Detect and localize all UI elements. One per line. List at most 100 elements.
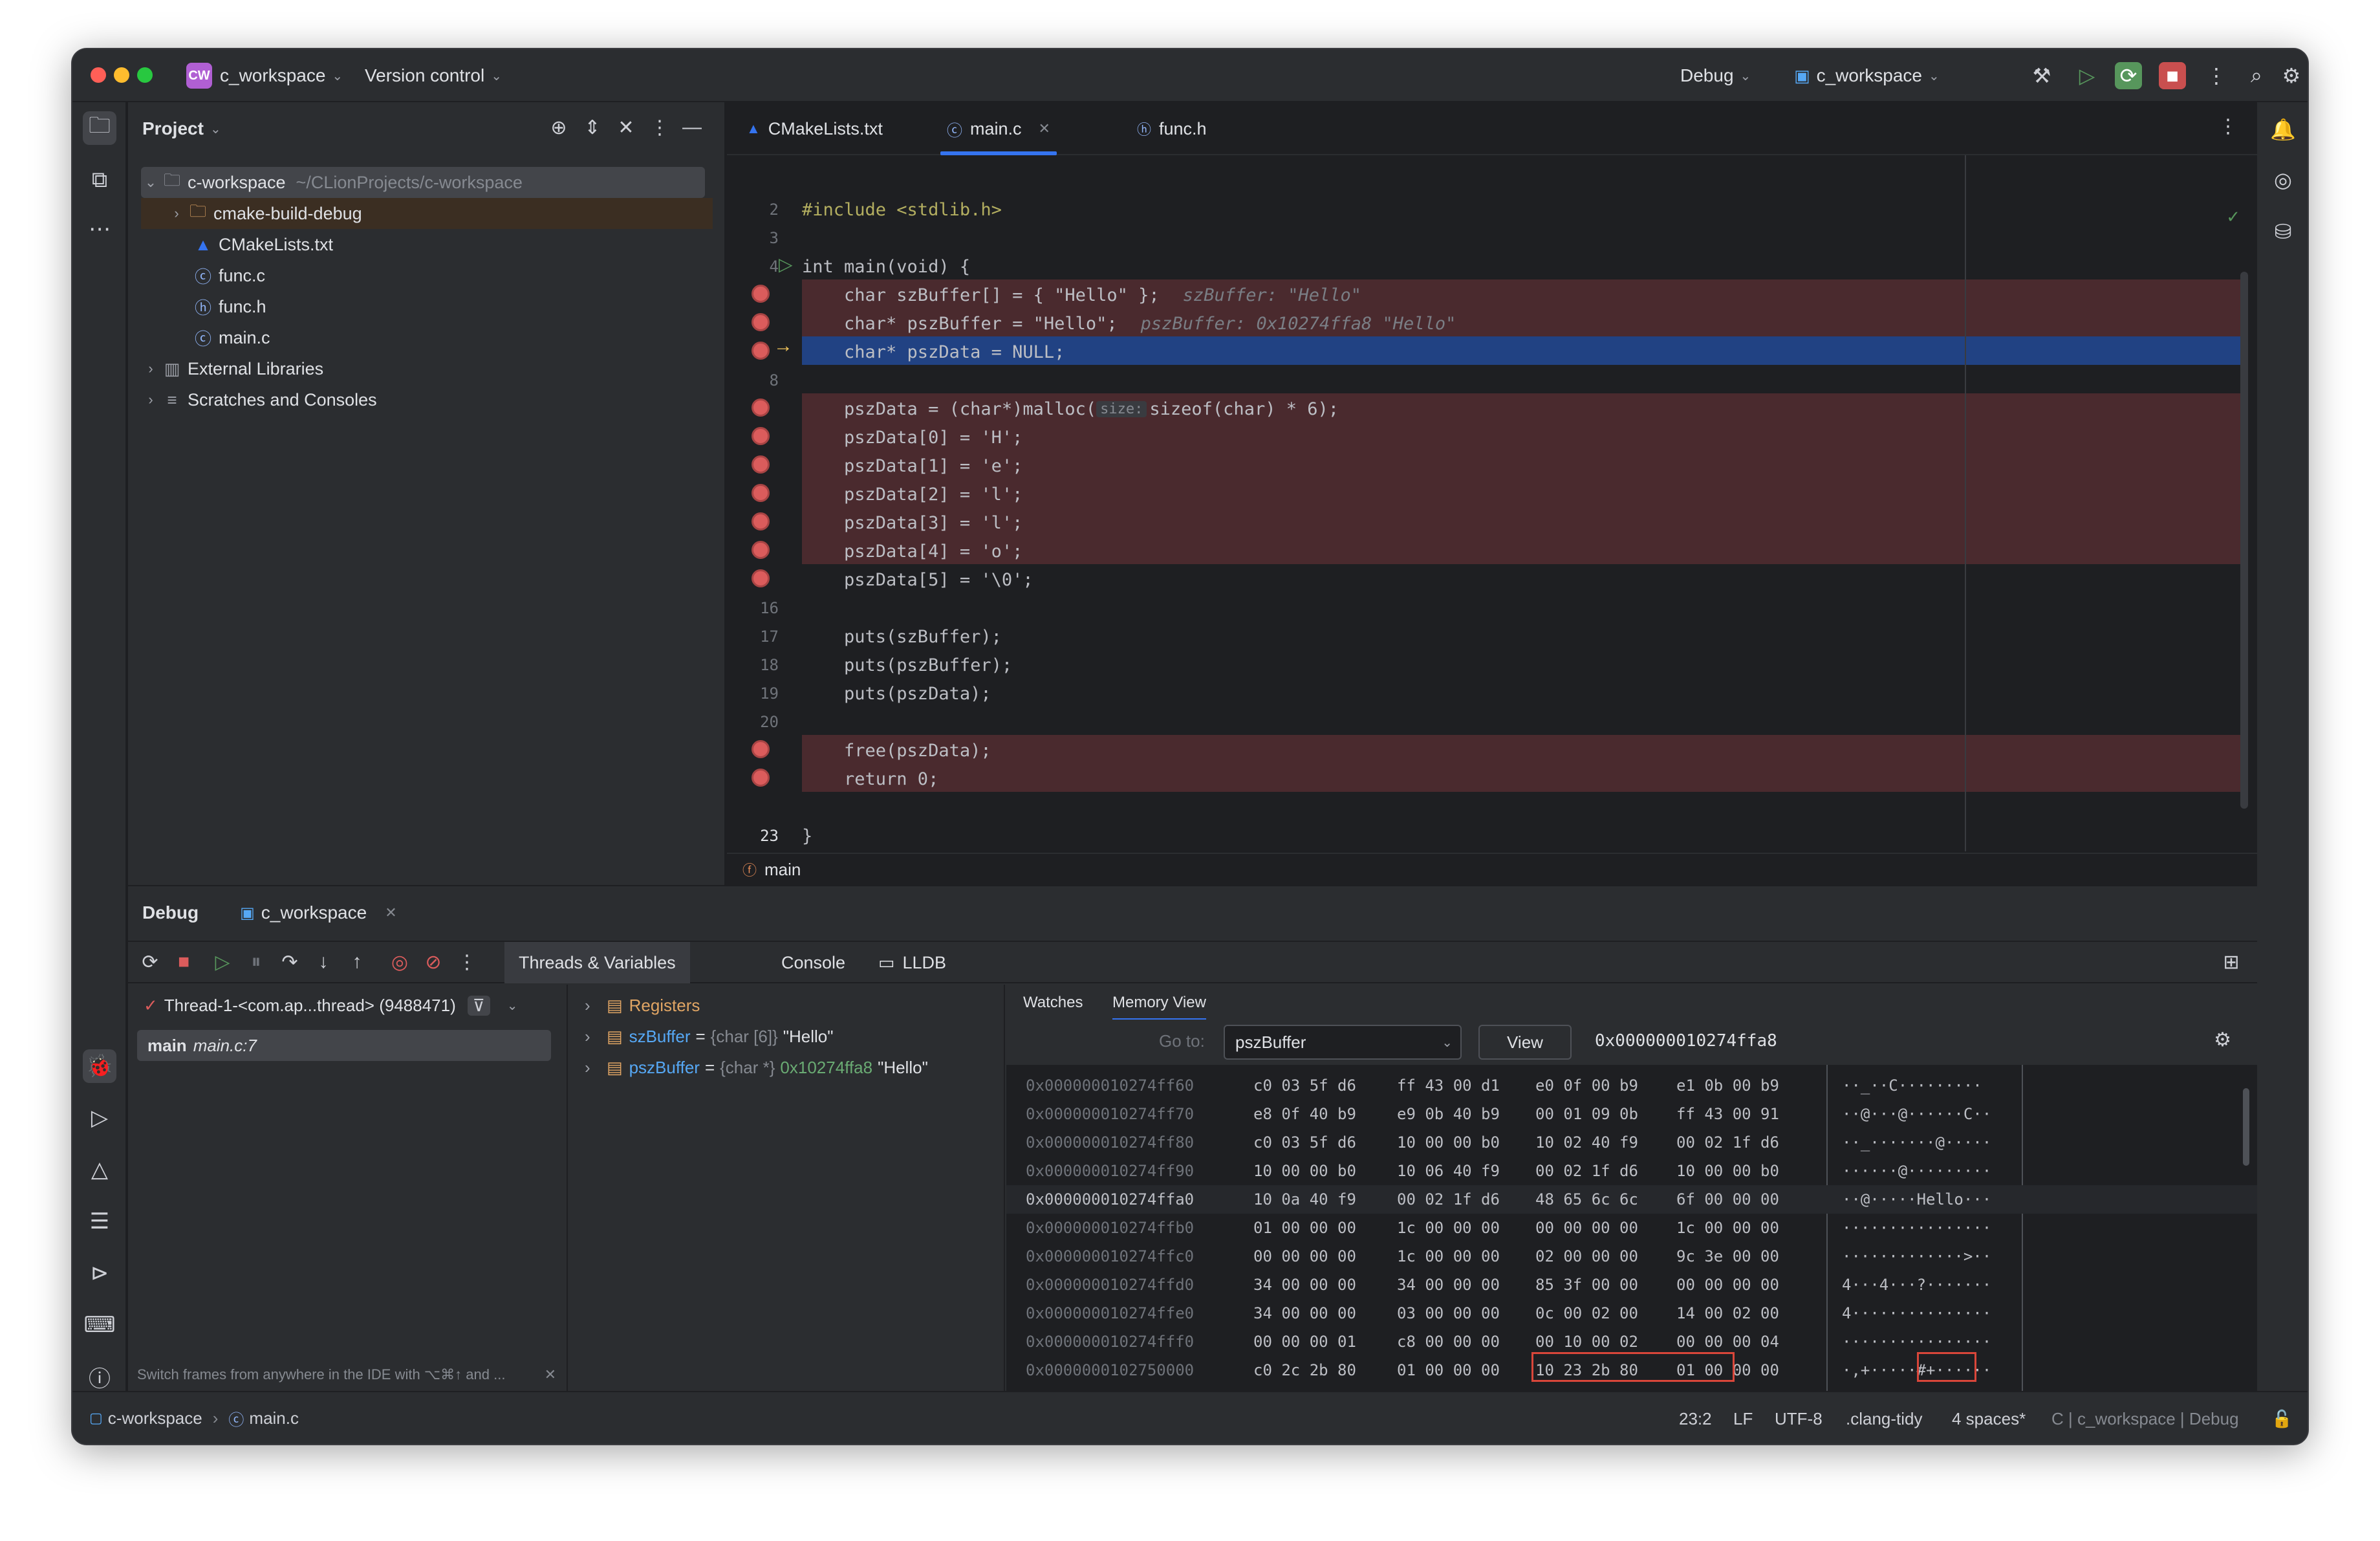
- breakpoint-icon[interactable]: [752, 512, 770, 530]
- breakpoint-icon[interactable]: [752, 769, 770, 787]
- breakpoint-icon[interactable]: [752, 342, 770, 360]
- close-window-button[interactable]: [91, 67, 106, 83]
- structure-icon[interactable]: ⧉: [83, 163, 116, 197]
- memory-hex-group[interactable]: 02 00 00 00: [1535, 1242, 1638, 1271]
- memory-hex-group[interactable]: 34 00 00 00: [1253, 1271, 1356, 1299]
- hide-panel-icon[interactable]: —: [679, 116, 705, 138]
- status-encoding[interactable]: UTF-8: [1775, 1392, 1823, 1444]
- memory-hex-group[interactable]: c0 03 5f d6: [1253, 1128, 1356, 1157]
- code-line[interactable]: #include <stdlib.h>: [802, 195, 1002, 224]
- project-folder-icon[interactable]: 🗀: [83, 111, 116, 145]
- rerun-icon[interactable]: ⟳: [137, 951, 163, 974]
- memory-hex-group[interactable]: 00 00 00 01: [1253, 1328, 1356, 1356]
- tab-threads-variables[interactable]: Threads & Variables: [504, 942, 690, 983]
- tab-func-h[interactable]: ⓗ func.h: [1137, 102, 1207, 155]
- code-line[interactable]: puts(pszBuffer);: [802, 651, 1012, 679]
- rerun-debug-icon[interactable]: ⟳: [2115, 62, 2142, 89]
- tab-watches[interactable]: Watches: [1023, 994, 1083, 1012]
- memory-hex-group[interactable]: 10 0a 40 f9: [1253, 1185, 1356, 1214]
- resume-debug-icon[interactable]: ▷: [2073, 62, 2101, 89]
- run-gutter-icon[interactable]: ▷: [779, 254, 793, 275]
- project-switcher[interactable]: CW c_workspace ⌄: [186, 49, 343, 102]
- layout-settings-icon[interactable]: ⊞: [2218, 951, 2244, 974]
- resume-icon[interactable]: ▷: [210, 951, 235, 974]
- variable-pszbuffer[interactable]: › ▤ pszBuffer = {char *} 0x10274ffa8 "He…: [585, 1052, 928, 1083]
- todo-list-icon[interactable]: ☰: [83, 1205, 116, 1238]
- memory-hex-group[interactable]: 10 23 2b 80: [1535, 1356, 1638, 1384]
- memory-row[interactable]: 0x000000010274ff80 c0 03 5f d6 10 00 00 b0…: [1006, 1128, 2257, 1157]
- run-target-selector[interactable]: ▣ c_workspace ⌄: [1794, 49, 1940, 102]
- code-line[interactable]: pszData[4] = 'o';: [802, 537, 1022, 565]
- pause-icon[interactable]: ⏸: [243, 951, 269, 973]
- breakpoint-icon[interactable]: [752, 427, 770, 445]
- memory-hex-group[interactable]: 34 00 00 00: [1253, 1299, 1356, 1328]
- tab-cmakelists[interactable]: ▲ CMakeLists.txt: [746, 102, 883, 155]
- breakpoint-icon[interactable]: [752, 740, 770, 758]
- mute-breakpoints-icon[interactable]: ⊘: [420, 951, 446, 974]
- status-crumb-file[interactable]: main.c: [249, 1408, 299, 1428]
- memory-hex-group[interactable]: 1c 00 00 00: [1676, 1214, 1779, 1242]
- tree-item-scratches[interactable]: › ≡ Scratches and Consoles: [141, 384, 376, 415]
- more-options-icon[interactable]: ⋮: [2203, 62, 2230, 89]
- thread-selector[interactable]: ✓ Thread-1-<com.ap...thread> (9488471) ⊽…: [144, 989, 518, 1022]
- code-line[interactable]: int main(void) {: [802, 252, 970, 281]
- code-line[interactable]: pszData[2] = 'l';: [802, 480, 1022, 508]
- services-icon[interactable]: ⊳: [83, 1256, 116, 1290]
- step-into-icon[interactable]: ↓: [310, 951, 336, 973]
- close-session-icon[interactable]: ✕: [385, 904, 396, 921]
- lock-icon[interactable]: 🔓: [2271, 1392, 2292, 1444]
- tree-item-func-h[interactable]: ⓗ func.h: [191, 291, 266, 322]
- memory-hex-group[interactable]: 00 10 00 02: [1535, 1328, 1638, 1356]
- memory-row[interactable]: 0x000000010274ffe0 34 00 00 00 03 00 00 00…: [1006, 1299, 2257, 1328]
- locate-target-icon[interactable]: ⊕: [546, 116, 572, 139]
- code-line[interactable]: puts(pszData);: [802, 679, 991, 708]
- code-line[interactable]: free(pszData);: [802, 736, 991, 765]
- code-line[interactable]: pszData = (char*)malloc(size: sizeof(char…: [802, 395, 1339, 423]
- memory-row[interactable]: 0x000000010274ff60 c0 03 5f d6 ff 43 00 d1…: [1006, 1071, 2257, 1100]
- memory-row[interactable]: 0x000000010274ffb0 01 00 00 00 1c 00 00 00…: [1006, 1214, 2257, 1242]
- memory-hex-group[interactable]: e1 0b 00 b9: [1676, 1071, 1779, 1100]
- tree-item-main-c[interactable]: ⓒ main.c: [191, 322, 270, 353]
- memory-hex-group[interactable]: 00 02 1f d6: [1397, 1185, 1500, 1214]
- memory-hex-group[interactable]: 00 00 00 00: [1535, 1214, 1638, 1242]
- debug-bug-icon[interactable]: 🐞: [83, 1049, 116, 1083]
- code-line[interactable]: pszData[5] = '\0';: [802, 565, 1033, 594]
- status-linter[interactable]: .clang-tidy: [1846, 1392, 1923, 1444]
- code-line[interactable]: pszData[0] = 'H';: [802, 423, 1022, 452]
- memory-hex-group[interactable]: 00 00 00 04: [1676, 1328, 1779, 1356]
- vcs-menu[interactable]: Version control ⌄: [365, 49, 502, 102]
- breakpoint-icon[interactable]: [752, 455, 770, 474]
- memory-hex-group[interactable]: 9c 3e 00 00: [1676, 1242, 1779, 1271]
- memory-row[interactable]: 0x000000010274ffd0 34 00 00 00 34 00 00 00…: [1006, 1271, 2257, 1299]
- tree-item-func-c[interactable]: ⓒ func.c: [191, 260, 265, 291]
- code-line[interactable]: return 0;: [802, 765, 938, 793]
- status-crumb-project[interactable]: c-workspace: [108, 1408, 202, 1428]
- close-tab-icon[interactable]: ✕: [1039, 120, 1050, 137]
- more-debug-options-icon[interactable]: ⋮: [454, 951, 480, 974]
- close-hint-icon[interactable]: ✕: [545, 1366, 556, 1383]
- cmake-icon[interactable]: △: [83, 1153, 116, 1186]
- memory-hex-group[interactable]: 48 65 6c 6c: [1535, 1185, 1638, 1214]
- status-line-separator[interactable]: LF: [1733, 1392, 1753, 1444]
- memory-hex-group[interactable]: 00 00 00 00: [1676, 1271, 1779, 1299]
- settings-gear-icon[interactable]: ⚙: [2278, 62, 2305, 89]
- editor-breadcrumb[interactable]: ⓕ main: [727, 853, 2257, 885]
- filter-icon[interactable]: ⊽: [467, 995, 490, 1016]
- memory-hex-group[interactable]: 10 06 40 f9: [1397, 1157, 1500, 1185]
- step-out-icon[interactable]: ↑: [344, 951, 370, 973]
- chevron-down-icon[interactable]: ⌄: [1442, 1034, 1453, 1051]
- tree-item-root[interactable]: ⌄ 🗀 c-workspace ~/CLionProjects/c-worksp…: [141, 167, 705, 198]
- memory-hex-group[interactable]: 6f 00 00 00: [1676, 1185, 1779, 1214]
- frame-item-main[interactable]: main main.c:7: [137, 1030, 551, 1061]
- code-line[interactable]: pszData[1] = 'e';: [802, 452, 1022, 480]
- memory-hex-group[interactable]: 00 02 1f d6: [1676, 1128, 1779, 1157]
- editor-scrollbar[interactable]: [2240, 272, 2248, 809]
- memory-hex-group[interactable]: 01 00 00 00: [1676, 1356, 1779, 1384]
- memory-hex-group[interactable]: 14 00 02 00: [1676, 1299, 1779, 1328]
- problems-icon[interactable]: ⓘ: [83, 1360, 116, 1393]
- breakpoint-icon[interactable]: [752, 313, 770, 331]
- tree-item-cmakelists[interactable]: ▲ CMakeLists.txt: [191, 229, 333, 260]
- memory-row[interactable]: 0x000000010274ffa0 10 0a 40 f9 00 02 1f d6…: [1006, 1185, 2257, 1214]
- collapse-all-icon[interactable]: ✕: [613, 116, 639, 139]
- database-icon[interactable]: ⛁: [2266, 215, 2300, 248]
